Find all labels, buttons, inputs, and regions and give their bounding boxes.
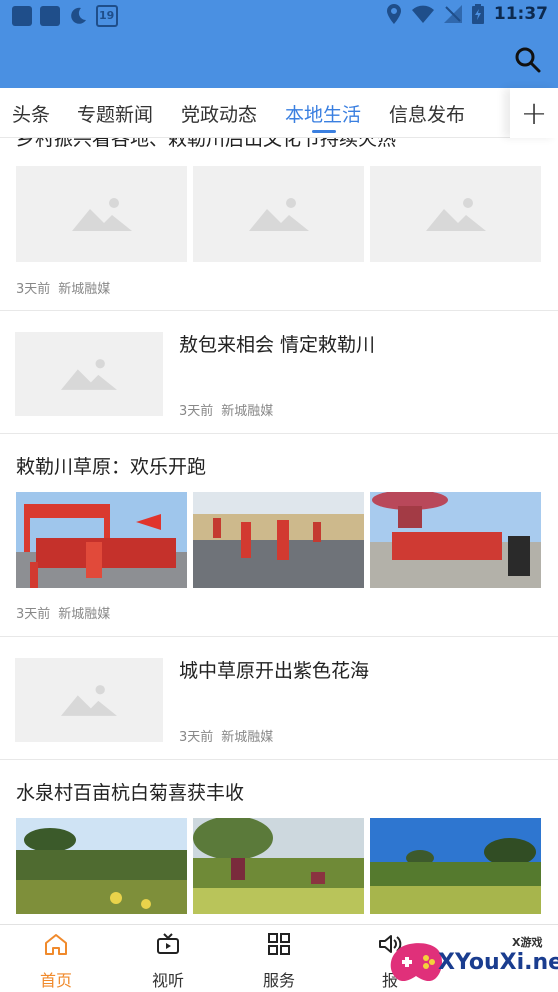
news-source: 新城融媒 [58,607,111,622]
news-meta: 3天前 新城融媒 [179,400,273,419]
news-meta: 3天前 新城融媒 [16,278,110,297]
watermark-small-text: X游戏 [512,936,543,949]
wifi-icon [411,5,434,23]
news-meta: 3天前 新城融媒 [179,726,273,745]
tab-local-life[interactable]: 本地生活 [285,100,361,127]
clock: 11:37 [493,4,548,24]
add-channel-button[interactable]: + [510,88,558,138]
search-icon[interactable] [514,46,542,74]
nav-home[interactable]: 首页 [16,933,96,991]
image-placeholder [16,166,187,262]
news-title: 敕勒川草原：欢乐开跑 [16,456,207,478]
news-title: 敖包来相会 情定敕勒川 [179,334,376,356]
image-placeholder [15,332,163,416]
tab-special-news[interactable]: 专题新闻 [77,100,153,127]
tab-info-release[interactable]: 信息发布 [389,100,465,127]
app-icon [40,6,60,26]
video-icon [157,933,179,954]
news-time: 3天前 [179,730,214,745]
moon-icon [71,7,86,24]
nav-video[interactable]: 视听 [128,933,208,991]
harvest-photo [193,818,364,914]
divider [0,433,558,434]
news-time: 3天前 [16,282,51,297]
tab-party-news[interactable]: 党政动态 [181,100,257,127]
tab-headlines[interactable]: 头条 [12,100,50,127]
group-photo [370,492,541,588]
watermark: X游戏 XYouXi.net [388,928,558,992]
flower-field-photo [370,818,541,914]
news-title: 乡村振兴看各地、敕勒川后山文化节持续火热 [16,138,397,150]
no-signal-icon [443,5,462,23]
app-icon [12,6,32,26]
image-placeholder [15,658,163,742]
news-time: 3天前 [179,404,214,419]
divider [0,759,558,760]
image-placeholder [193,166,364,262]
divider [0,310,558,311]
grid-icon [268,933,290,955]
news-feed: 乡村振兴看各地、敕勒川后山文化节持续火热 3天前 新城融媒 敖包来相会 情定敕勒川… [0,138,558,923]
category-tabs: 头条 专题新闻 党政动态 本地生活 信息发布 + [0,88,558,138]
news-time: 3天前 [16,607,51,622]
news-meta: 3天前 新城融媒 [16,603,110,622]
nav-services[interactable]: 服务 [239,933,319,991]
runners-photo [193,492,364,588]
news-source: 新城融媒 [58,282,111,297]
calendar-icon: 19 [96,5,118,27]
location-icon [386,4,401,24]
divider [0,636,558,637]
watermark-text: XYouXi.net [438,950,558,975]
marathon-start-photo [16,492,187,588]
home-icon [45,934,67,955]
news-title: 水泉村百亩杭白菊喜获丰收 [16,782,245,804]
chrysanthemum-field-photo [16,818,187,914]
status-bar: 19 11:37 [0,0,558,32]
app-bar [0,32,558,88]
battery-icon [471,4,484,24]
news-source: 新城融媒 [221,730,274,745]
active-tab-indicator [312,130,336,133]
image-placeholder [370,166,541,262]
news-source: 新城融媒 [221,404,274,419]
news-title: 城中草原开出紫色花海 [179,660,370,682]
